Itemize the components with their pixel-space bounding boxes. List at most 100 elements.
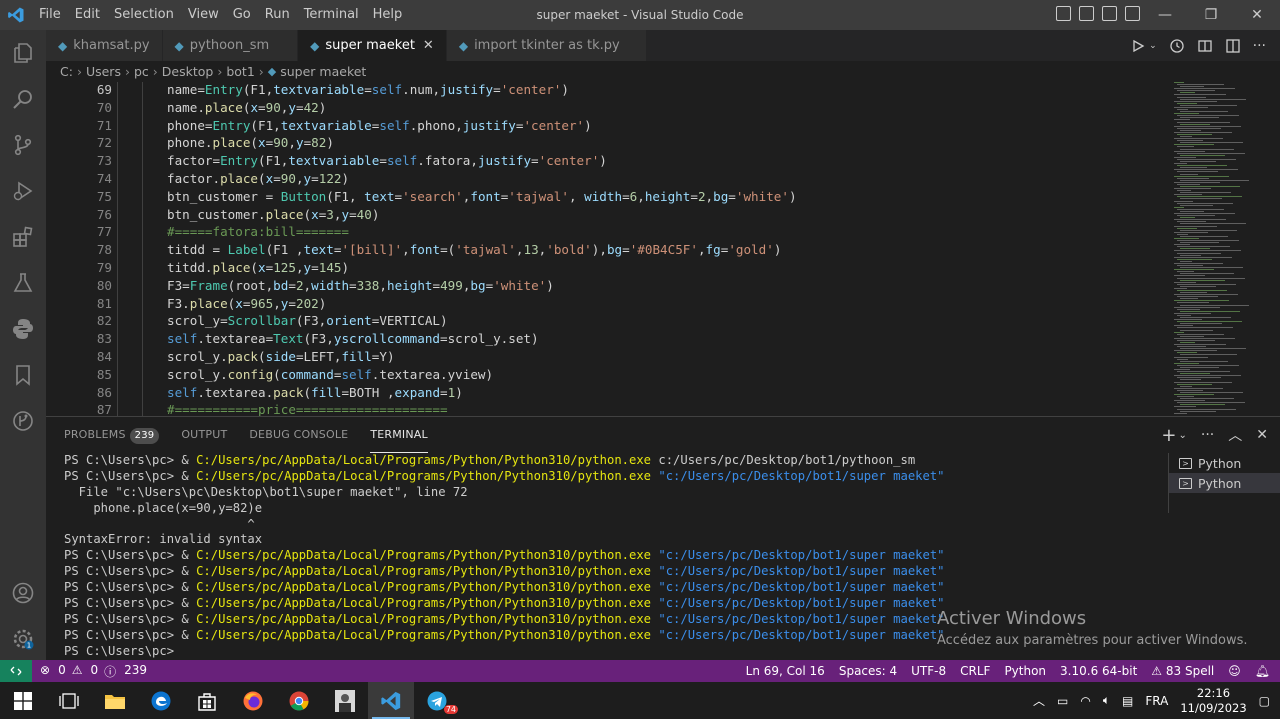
file-explorer-icon[interactable] — [92, 682, 138, 719]
terminal-item[interactable]: > Python — [1169, 453, 1280, 473]
menu-run[interactable]: Run — [258, 0, 297, 30]
encoding[interactable]: UTF-8 — [911, 664, 946, 678]
terminal-item[interactable]: > Python — [1169, 473, 1280, 493]
python-icon[interactable] — [0, 306, 46, 352]
notification-icon[interactable]: ▤ — [1122, 694, 1133, 708]
volume-icon[interactable]: 🔈︎ — [1103, 693, 1110, 708]
tab-super-maeket[interactable]: ◆ super maeket ✕ — [298, 30, 447, 61]
menu-file[interactable]: File — [32, 0, 68, 30]
clock[interactable]: 22:16 11/09/2023 — [1180, 686, 1246, 716]
chevron-down-icon[interactable]: ⌄ — [1179, 430, 1187, 441]
toggle-secondary-sidebar-icon[interactable] — [1102, 6, 1117, 21]
breadcrumb-item[interactable]: Users — [86, 61, 121, 82]
close-panel-icon[interactable]: ✕ — [1256, 427, 1268, 443]
cursor-position[interactable]: Ln 69, Col 16 — [746, 664, 825, 678]
editor-scrollbar[interactable] — [1268, 82, 1280, 416]
gitlens-icon[interactable] — [0, 398, 46, 444]
minimap[interactable] — [1170, 82, 1266, 416]
restore-icon[interactable]: ❐ — [1188, 0, 1234, 30]
tab-khamsat[interactable]: ◆ khamsat.py — [46, 30, 163, 61]
spell-status[interactable]: ⚠ 83 Spell — [1151, 664, 1214, 678]
show-hidden-icons-icon[interactable]: ︿ — [1033, 692, 1045, 709]
code-editor[interactable]: 69 name=Entry(F1,textvariable=self.num,ju… — [46, 82, 1280, 416]
code-line[interactable]: 75 btn_customer = Button(F1, text='search… — [46, 188, 1166, 206]
remote-indicator-icon[interactable] — [0, 660, 32, 682]
menu-go[interactable]: Go — [226, 0, 258, 30]
language-indicator[interactable]: FRA — [1145, 694, 1168, 708]
menu-terminal[interactable]: Terminal — [297, 0, 366, 30]
breadcrumb-item[interactable]: bot1 — [226, 61, 254, 82]
end-of-line[interactable]: CRLF — [960, 664, 990, 678]
code-line[interactable]: 84 scrol_y.pack(side=LEFT,fill=Y) — [46, 348, 1166, 366]
code-line[interactable]: 85 scrol_y.config(command=self.textarea.y… — [46, 366, 1166, 384]
menu-selection[interactable]: Selection — [107, 0, 181, 30]
chevron-down-icon[interactable]: ⌄ — [1149, 41, 1157, 51]
menu-view[interactable]: View — [181, 0, 226, 30]
telegram-icon[interactable]: 74 — [414, 682, 460, 719]
breadcrumb-item[interactable]: pc — [134, 61, 149, 82]
code-line[interactable]: 78 titdd = Label(F1 ,text='[bill]',font=(… — [46, 241, 1166, 259]
split-editor-icon[interactable] — [1225, 38, 1241, 54]
breadcrumb-item[interactable]: super maeket — [280, 61, 366, 82]
tab-problems[interactable]: PROBLEMS 239 — [64, 417, 160, 453]
search-icon[interactable] — [0, 76, 46, 122]
accounts-icon[interactable] — [0, 570, 46, 616]
maximize-panel-icon[interactable]: ︿ — [1228, 425, 1242, 445]
tab-terminal[interactable]: TERMINAL — [370, 417, 428, 453]
language-mode[interactable]: Python — [1004, 664, 1046, 678]
customize-layout-icon[interactable] — [1125, 6, 1140, 21]
run-file-icon[interactable] — [1131, 39, 1145, 53]
problems-status[interactable]: ⊗ 0 ⚠ 0 ⓘ 239 — [32, 663, 147, 680]
code-line[interactable]: 73 factor=Entry(F1,textvariable=self.fato… — [46, 152, 1166, 170]
code-line[interactable]: 77 #=====fatora:bill======= — [46, 223, 1166, 241]
timeline-icon[interactable] — [1169, 38, 1185, 54]
close-tab-icon[interactable]: ✕ — [423, 38, 434, 53]
code-line[interactable]: 69 name=Entry(F1,textvariable=self.num,ju… — [46, 82, 1166, 99]
breadcrumb-item[interactable]: Desktop — [162, 61, 214, 82]
app-thumbnail-icon[interactable] — [322, 682, 368, 719]
extensions-icon[interactable] — [0, 214, 46, 260]
wifi-icon[interactable]: ◠ — [1080, 694, 1090, 708]
minimize-icon[interactable]: — — [1142, 0, 1188, 30]
code-line[interactable]: 74 factor.place(x=90,y=122) — [46, 170, 1166, 188]
more-actions-icon[interactable]: ··· — [1201, 427, 1214, 443]
tab-output[interactable]: OUTPUT — [181, 417, 227, 453]
close-window-icon[interactable]: ✕ — [1234, 0, 1280, 30]
code-line[interactable]: 86 self.textarea.pack(fill=BOTH ,expand=1… — [46, 384, 1166, 402]
firefox-icon[interactable] — [230, 682, 276, 719]
code-line[interactable]: 83 self.textarea=Text(F3,yscrollcommand=s… — [46, 330, 1166, 348]
task-view-icon[interactable] — [46, 682, 92, 719]
chrome-icon[interactable] — [276, 682, 322, 719]
code-line[interactable]: 76 btn_customer.place(x=3,y=40) — [46, 206, 1166, 224]
tab-debug-console[interactable]: DEBUG CONSOLE — [249, 417, 348, 453]
windows-start-icon[interactable] — [0, 682, 46, 719]
code-line[interactable]: 71 phone=Entry(F1,textvariable=self.phono… — [46, 117, 1166, 135]
notifications-bell-icon[interactable]: 🔔︎ — [1255, 664, 1270, 678]
source-control-icon[interactable] — [0, 122, 46, 168]
code-line[interactable]: 87 #===========price==================== — [46, 401, 1166, 416]
more-actions-icon[interactable]: ··· — [1253, 38, 1266, 54]
bookmarks-icon[interactable] — [0, 352, 46, 398]
vscode-logo-icon[interactable] — [0, 0, 32, 30]
battery-icon[interactable]: ▭ — [1057, 694, 1068, 708]
python-interpreter[interactable]: 3.10.6 64-bit — [1060, 664, 1137, 678]
toggle-panel-icon[interactable] — [1079, 6, 1094, 21]
code-line[interactable]: 79 titdd.place(x=125,y=145) — [46, 259, 1166, 277]
breadcrumb-item[interactable]: C: — [60, 61, 73, 82]
new-terminal-icon[interactable]: + — [1161, 425, 1176, 446]
code-line[interactable]: 81 F3.place(x=965,y=202) — [46, 295, 1166, 313]
menu-edit[interactable]: Edit — [68, 0, 107, 30]
indentation[interactable]: Spaces: 4 — [839, 664, 897, 678]
testing-icon[interactable] — [0, 260, 46, 306]
code-line[interactable]: 70 name.place(x=90,y=42) — [46, 99, 1166, 117]
toggle-primary-sidebar-icon[interactable] — [1056, 6, 1071, 21]
open-preview-icon[interactable] — [1197, 38, 1213, 54]
vscode-taskbar-icon[interactable] — [368, 682, 414, 719]
microsoft-store-icon[interactable] — [184, 682, 230, 719]
code-line[interactable]: 80 F3=Frame(root,bd=2,width=338,height=49… — [46, 277, 1166, 295]
code-line[interactable]: 72 phone.place(x=90,y=82) — [46, 134, 1166, 152]
feedback-icon[interactable]: ☺ — [1228, 664, 1241, 678]
tab-import-tkinter[interactable]: ◆ import tkinter as tk.py — [446, 30, 647, 61]
explorer-icon[interactable] — [0, 30, 46, 76]
edge-browser-icon[interactable] — [138, 682, 184, 719]
